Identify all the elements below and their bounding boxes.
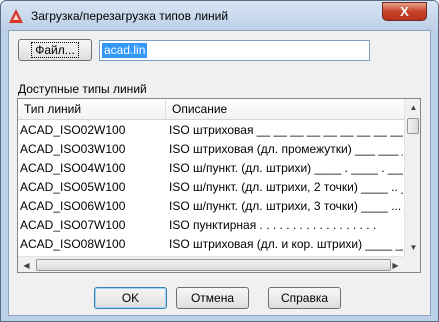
linetype-description: ISO пунктирная . . . . . . . . . . . . .… (169, 218, 377, 232)
file-name-value: acad.lin (102, 43, 148, 58)
cancel-button[interactable]: Отмена (176, 287, 249, 309)
linetype-name: ACAD_ISO08W100 (20, 237, 126, 251)
linetype-name: ACAD_ISO05W100 (20, 180, 126, 194)
file-name-field[interactable]: acad.lin (99, 40, 370, 61)
list-item[interactable]: ACAD_ISO08W100 ISO штриховая (дл. и кор.… (18, 235, 404, 254)
list-header: Тип линий Описание (18, 99, 404, 120)
available-linetypes-label: Доступные типы линий (18, 82, 147, 96)
scroll-left-icon[interactable]: ◀ (18, 257, 35, 272)
linetype-description: ISO штриховая (дл. и кор. штрихи) ____ _… (169, 237, 403, 251)
linetype-description: ISO штриховая (дл. промежутки) ___ ___ _… (169, 142, 403, 156)
horizontal-scrollbar[interactable]: ◀ ▶ (18, 256, 404, 272)
dialog-title: Загрузка/перезагрузка типов линий (31, 9, 229, 23)
dialog-window: Загрузка/перезагрузка типов линий X Файл… (0, 0, 439, 322)
list-item[interactable]: ACAD_ISO05W100 ISO ш/пункт. (дл. штрихи,… (18, 178, 404, 197)
linetype-name: ACAD_ISO06W100 (20, 199, 126, 213)
list-item[interactable]: ACAD_ISO02W100 ISO штриховая __ __ __ __… (18, 121, 404, 140)
list-item[interactable]: ACAD_ISO07W100 ISO пунктирная . . . . . … (18, 216, 404, 235)
scroll-down-icon[interactable]: ▼ (405, 239, 420, 256)
linetype-list[interactable]: Тип линий Описание ACAD_ISO02W100 ISO шт… (17, 98, 421, 273)
linetype-name: ACAD_ISO04W100 (20, 161, 126, 175)
column-header-linetype[interactable]: Тип линий (18, 99, 166, 119)
close-button[interactable]: X (382, 2, 427, 21)
dialog-content: Файл... acad.lin Доступные типы линий Ти… (8, 30, 431, 316)
list-item[interactable]: ACAD_ISO04W100 ISO ш/пункт. (дл. штрихи)… (18, 159, 404, 178)
help-button[interactable]: Справка (268, 287, 341, 309)
file-button-label: Файл... (31, 42, 79, 58)
scrollbar-corner (404, 256, 420, 272)
column-header-description[interactable]: Описание (166, 99, 404, 119)
ok-button[interactable]: OK (94, 287, 167, 309)
scroll-right-icon[interactable]: ▶ (387, 257, 404, 272)
linetype-description: ISO ш/пункт. (дл. штрихи) ____ . ____ . … (169, 161, 403, 175)
vertical-scrollbar[interactable]: ▲ ▼ (404, 99, 420, 256)
list-item[interactable]: ACAD_ISO06W100 ISO ш/пункт. (дл. штрихи,… (18, 197, 404, 216)
autocad-logo-icon (9, 9, 23, 23)
list-item[interactable]: ACAD_ISO03W100 ISO штриховая (дл. промеж… (18, 140, 404, 159)
linetype-name: ACAD_ISO02W100 (20, 123, 126, 137)
linetype-name: ACAD_ISO07W100 (20, 218, 126, 232)
linetype-name: ACAD_ISO03W100 (20, 142, 126, 156)
file-button[interactable]: Файл... (18, 39, 92, 61)
vertical-scroll-thumb[interactable] (407, 118, 419, 134)
list-rows: ACAD_ISO02W100 ISO штриховая __ __ __ __… (18, 121, 404, 254)
title-bar[interactable]: Загрузка/перезагрузка типов линий X (1, 1, 438, 31)
linetype-description: ISO ш/пункт. (дл. штрихи, 2 точки) ____ … (169, 180, 403, 194)
scroll-up-icon[interactable]: ▲ (405, 99, 420, 116)
linetype-description: ISO штриховая __ __ __ __ __ __ __ __ __… (169, 123, 403, 137)
horizontal-scroll-thumb[interactable] (36, 259, 391, 271)
linetype-description: ISO ш/пункт. (дл. штрихи, 3 точки) ____ … (169, 199, 403, 213)
close-icon: X (400, 4, 409, 19)
